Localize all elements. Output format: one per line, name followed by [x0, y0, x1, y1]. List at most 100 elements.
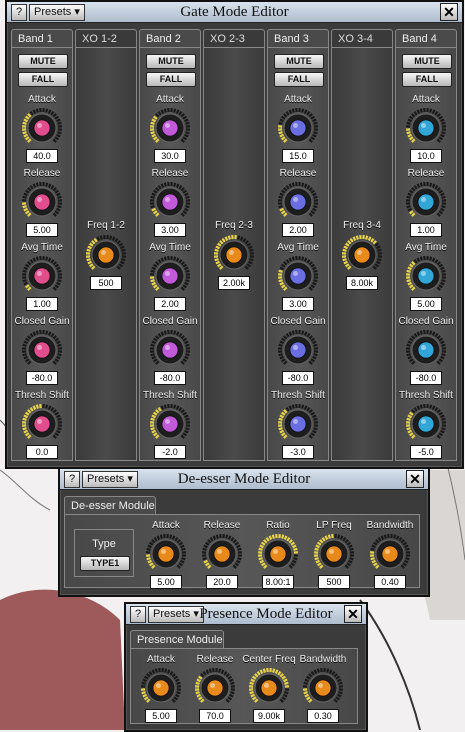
band1-release-value[interactable]: 5.00 [26, 223, 58, 237]
band3-avg-time-label: Avg Time [267, 242, 329, 253]
presence-center-freq-knob[interactable] [248, 667, 290, 709]
crossover-1-knob[interactable] [85, 234, 127, 276]
band4-avg-time-value[interactable]: 5.00 [410, 297, 442, 311]
tab-band-2[interactable]: Band 2 [139, 29, 201, 47]
band2-closed-gain-knob[interactable] [149, 329, 191, 371]
deesser-close-button[interactable]: ✕ [406, 470, 424, 488]
tab-presence-module[interactable]: Presence Module [130, 630, 224, 648]
band4-avg-time-knob[interactable] [405, 255, 447, 297]
presence-close-button[interactable]: ✕ [344, 605, 362, 623]
crossover-3-knob[interactable] [341, 234, 383, 276]
deesser-attack-knob[interactable] [145, 533, 187, 575]
deesser-lp-freq-knob[interactable] [313, 533, 355, 575]
presence-release-label: Release [184, 654, 246, 665]
band3-closed-gain-value[interactable]: -80.0 [282, 371, 314, 385]
band3-avg-time-knob[interactable] [277, 255, 319, 297]
presence-center-freq-value[interactable]: 9.00k [253, 709, 285, 723]
tab-band-3[interactable]: Band 3 [267, 29, 329, 47]
tab-deesser-module[interactable]: De-esser Module [64, 496, 156, 514]
crossover-2-value[interactable]: 2.00k [218, 276, 250, 290]
band2-release-knob[interactable] [149, 181, 191, 223]
band1-attack-label: Attack [11, 94, 73, 105]
deesser-type-label: Type [75, 538, 133, 550]
gate-close-button[interactable]: ✕ [440, 3, 458, 21]
presence-help-button[interactable]: ? [130, 606, 146, 623]
band2-avg-time-label: Avg Time [139, 242, 201, 253]
presence-titlebar: ? Presets ▾ Presence Mode Editor ✕ [126, 604, 366, 625]
band3-release-label: Release [267, 168, 329, 179]
tab-band-1[interactable]: Band 1 [11, 29, 73, 47]
band4-thresh-shift-label: Thresh Shift [395, 390, 457, 401]
band3-thresh-shift-value[interactable]: -3.0 [282, 445, 314, 459]
presence-center-freq-label: Center Freq [238, 654, 300, 665]
band4-release-knob[interactable] [405, 181, 447, 223]
crossover-1-label: Freq 1-2 [75, 220, 137, 231]
band2-fall-button[interactable]: FALL [146, 72, 196, 87]
crossover-2-knob[interactable] [213, 234, 255, 276]
band2-mute-button[interactable]: MUTE [146, 54, 196, 69]
deesser-lp-freq-value[interactable]: 500 [318, 575, 350, 589]
band2-attack-knob[interactable] [149, 107, 191, 149]
band2-avg-time-knob[interactable] [149, 255, 191, 297]
band1-avg-time-value[interactable]: 1.00 [26, 297, 58, 311]
crossover-1-value[interactable]: 500 [90, 276, 122, 290]
deesser-ratio-value[interactable]: 8.00:1 [262, 575, 294, 589]
tab-xo-2-3[interactable]: XO 2-3 [203, 29, 265, 47]
band1-release-knob[interactable] [21, 181, 63, 223]
deesser-release-knob[interactable] [201, 533, 243, 575]
tab-band-4[interactable]: Band 4 [395, 29, 457, 47]
deesser-type-button[interactable]: TYPE1 [80, 556, 130, 571]
band2-thresh-shift-value[interactable]: -2.0 [154, 445, 186, 459]
band2-thresh-shift-knob[interactable] [149, 403, 191, 445]
band1-attack-knob[interactable] [21, 107, 63, 149]
band1-release-label: Release [11, 168, 73, 179]
tab-xo-3-4[interactable]: XO 3-4 [331, 29, 393, 47]
band4-closed-gain-value[interactable]: -80.0 [410, 371, 442, 385]
band3-attack-knob[interactable] [277, 107, 319, 149]
band1-thresh-shift-knob[interactable] [21, 403, 63, 445]
band1-fall-button[interactable]: FALL [18, 72, 68, 87]
band2-attack-value[interactable]: 30.0 [154, 149, 186, 163]
presence-window-title: Presence Mode Editor [186, 606, 346, 623]
band4-attack-value[interactable]: 10.0 [410, 149, 442, 163]
band3-closed-gain-knob[interactable] [277, 329, 319, 371]
deesser-ratio-knob[interactable] [257, 533, 299, 575]
band3-mute-button[interactable]: MUTE [274, 54, 324, 69]
band1-mute-button[interactable]: MUTE [18, 54, 68, 69]
presence-attack-value[interactable]: 5.00 [145, 709, 177, 723]
band3-thresh-shift-knob[interactable] [277, 403, 319, 445]
band1-attack-value[interactable]: 40.0 [26, 149, 58, 163]
band2-avg-time-value[interactable]: 2.00 [154, 297, 186, 311]
band1-thresh-shift-value[interactable]: 0.0 [26, 445, 58, 459]
band4-attack-knob[interactable] [405, 107, 447, 149]
presence-release-value[interactable]: 70.0 [199, 709, 231, 723]
band2-closed-gain-value[interactable]: -80.0 [154, 371, 186, 385]
presence-bandwidth-knob[interactable] [302, 667, 344, 709]
band3-release-value[interactable]: 2.00 [282, 223, 314, 237]
band3-avg-time-value[interactable]: 3.00 [282, 297, 314, 311]
band3-release-knob[interactable] [277, 181, 319, 223]
band1-avg-time-knob[interactable] [21, 255, 63, 297]
band4-fall-button[interactable]: FALL [402, 72, 452, 87]
band2-release-value[interactable]: 3.00 [154, 223, 186, 237]
tab-xo-1-2[interactable]: XO 1-2 [75, 29, 137, 47]
deesser-bandwidth-knob[interactable] [369, 533, 411, 575]
presence-bandwidth-value[interactable]: 0.30 [307, 709, 339, 723]
band4-closed-gain-knob[interactable] [405, 329, 447, 371]
band4-thresh-shift-value[interactable]: -5.0 [410, 445, 442, 459]
deesser-attack-value[interactable]: 5.00 [150, 575, 182, 589]
deesser-bandwidth-value[interactable]: 0.40 [374, 575, 406, 589]
presence-mode-editor-window: ? Presets ▾ Presence Mode Editor ✕ Prese… [124, 602, 368, 732]
band3-fall-button[interactable]: FALL [274, 72, 324, 87]
band3-attack-value[interactable]: 15.0 [282, 149, 314, 163]
band4-mute-button[interactable]: MUTE [402, 54, 452, 69]
band1-closed-gain-value[interactable]: -80.0 [26, 371, 58, 385]
presence-attack-knob[interactable] [140, 667, 182, 709]
presence-release-knob[interactable] [194, 667, 236, 709]
band1-closed-gain-knob[interactable] [21, 329, 63, 371]
crossover-3-value[interactable]: 8.00k [346, 276, 378, 290]
band4-release-value[interactable]: 1.00 [410, 223, 442, 237]
deesser-release-value[interactable]: 20.0 [206, 575, 238, 589]
band3-attack-label: Attack [267, 94, 329, 105]
band4-thresh-shift-knob[interactable] [405, 403, 447, 445]
